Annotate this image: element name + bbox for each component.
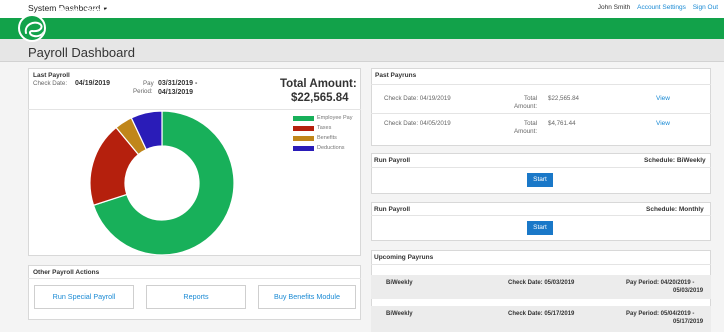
legend-swatch-taxes bbox=[293, 126, 314, 131]
run-payroll-heading: Run Payroll bbox=[374, 157, 411, 164]
legend-benefits: Benefits bbox=[317, 135, 337, 141]
legend-swatch-deductions bbox=[293, 146, 314, 151]
total-amount-value: $22,565.84 bbox=[291, 92, 349, 104]
last-payroll-heading: Last Payroll bbox=[33, 72, 70, 79]
check-date-label: Check Date: bbox=[33, 80, 68, 87]
period-label: Period: bbox=[133, 88, 153, 95]
other-actions-heading: Other Payroll Actions bbox=[33, 269, 100, 276]
upcoming-row bbox=[371, 275, 711, 299]
legend-employee-pay: Employee Pay bbox=[317, 115, 353, 121]
legend-swatch-employee-pay bbox=[293, 116, 314, 121]
past-payrun-amount: $4,761.44 bbox=[548, 120, 576, 127]
user-name: John Smith bbox=[597, 4, 631, 11]
upcoming-pay-period-start: Pay Period: 05/04/2019 - bbox=[626, 311, 695, 317]
account-settings-link[interactable]: Account Settings bbox=[637, 4, 686, 11]
nav-reports[interactable]: Reports bbox=[300, 6, 328, 15]
sign-out-link[interactable]: Sign Out bbox=[693, 4, 718, 11]
run-payroll-divider bbox=[371, 167, 711, 168]
run-special-payroll-button[interactable]: Run Special Payroll bbox=[34, 285, 134, 309]
upcoming-pay-period-end: 05/17/2019 bbox=[673, 319, 704, 325]
upcoming-schedule-name: BiWeekly bbox=[386, 311, 413, 317]
run-payroll-heading: Run Payroll bbox=[374, 206, 411, 213]
past-payrun-check-date: Check Date: 04/05/2019 bbox=[384, 120, 451, 127]
reports-button[interactable]: Reports bbox=[146, 285, 246, 309]
nav-settings[interactable]: Settings bbox=[334, 6, 364, 15]
past-payrun-amount-label: Amount: bbox=[514, 103, 538, 110]
actions-divider bbox=[28, 278, 361, 279]
upcoming-payruns-heading: Upcoming Payruns bbox=[374, 254, 434, 261]
view-payrun-link[interactable]: View bbox=[656, 120, 670, 127]
upcoming-pay-period-end: 05/03/2019 bbox=[673, 288, 704, 294]
nav-tax-service[interactable]: Tax Service bbox=[198, 6, 239, 15]
upcoming-check-date: Check Date: 05/03/2019 bbox=[508, 280, 575, 286]
upcoming-divider bbox=[371, 264, 711, 265]
legend-swatch-benefits bbox=[293, 136, 314, 141]
check-date-value: 04/19/2019 bbox=[75, 80, 111, 87]
schedule-label: Schedule: BiWeekly bbox=[644, 157, 706, 164]
past-payruns-row-divider bbox=[371, 113, 711, 114]
start-biweekly-payroll-button[interactable]: Start bbox=[527, 173, 553, 187]
past-payrun-total-label: Total bbox=[524, 95, 538, 102]
buy-benefits-module-button[interactable]: Buy Benefits Module bbox=[258, 285, 356, 309]
legend-deductions: Deductions bbox=[317, 145, 345, 151]
view-payrun-link[interactable]: View bbox=[656, 95, 670, 102]
pay-label: Pay bbox=[143, 80, 154, 87]
payroll-breakdown-chart bbox=[89, 110, 235, 256]
total-amount-label: Total Amount: bbox=[280, 78, 357, 90]
upcoming-schedule-name: BiWeekly bbox=[386, 280, 413, 286]
schedule-label: Schedule: Monthly bbox=[646, 206, 704, 213]
past-payrun-check-date: Check Date: 04/19/2019 bbox=[384, 95, 451, 102]
upcoming-pay-period-start: Pay Period: 04/20/2019 - bbox=[626, 280, 695, 286]
company-logo[interactable] bbox=[18, 14, 46, 42]
pay-period-start: 03/31/2019 - bbox=[158, 80, 198, 87]
user-menu: John Smith Account Settings Sign Out bbox=[598, 4, 718, 11]
main-nav-bar bbox=[0, 18, 724, 39]
upcoming-check-date: Check Date: 05/17/2019 bbox=[508, 311, 575, 317]
past-payrun-total-label: Total bbox=[524, 120, 538, 127]
legend-taxes: Taxes bbox=[317, 125, 332, 131]
pay-period-end: 04/13/2019 bbox=[158, 89, 194, 96]
run-payroll-divider bbox=[371, 215, 711, 216]
nav-pay-history[interactable]: Pay History bbox=[152, 6, 193, 15]
past-payrun-amount-label: Amount: bbox=[514, 128, 538, 135]
past-payrun-amount: $22,565.84 bbox=[548, 95, 579, 102]
past-payruns-panel bbox=[371, 68, 711, 146]
page-title: Payroll Dashboard bbox=[28, 45, 135, 60]
past-payruns-heading: Past Payruns bbox=[375, 72, 417, 79]
nav-employees[interactable]: Employees bbox=[86, 6, 126, 15]
nav-payroll[interactable]: Payroll bbox=[122, 6, 147, 15]
upcoming-row bbox=[371, 306, 711, 332]
past-payruns-divider bbox=[371, 84, 711, 85]
nav-year-end-forms[interactable]: Year-End Forms bbox=[243, 6, 301, 15]
start-monthly-payroll-button[interactable]: Start bbox=[527, 221, 553, 235]
nav-home[interactable]: Home bbox=[59, 6, 80, 15]
